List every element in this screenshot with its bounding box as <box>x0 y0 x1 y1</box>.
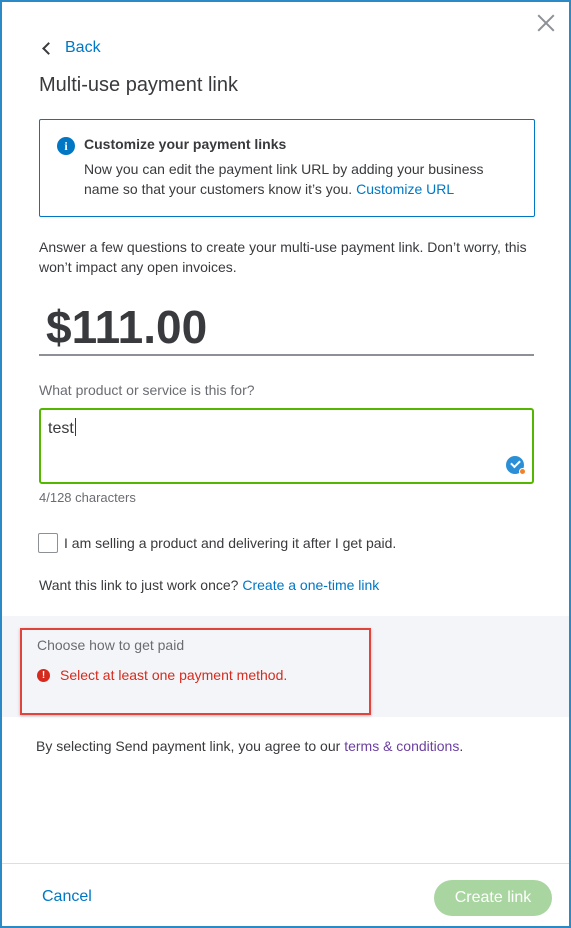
back-button[interactable]: Back <box>42 39 101 57</box>
payment-link-panel: Back Multi-use payment link i Customize … <box>0 0 571 928</box>
delivery-checkbox-row[interactable]: I am selling a product and delivering it… <box>38 533 396 553</box>
info-icon: i <box>57 137 75 155</box>
info-banner: i Customize your payment links Now you c… <box>39 119 535 217</box>
page-title: Multi-use payment link <box>39 74 238 96</box>
grammar-check-icon[interactable] <box>506 456 526 475</box>
create-one-time-link[interactable]: Create a one-time link <box>242 577 379 593</box>
product-description-value: test <box>48 420 74 437</box>
character-counter: 4/128 characters <box>39 490 136 505</box>
delivery-checkbox-label: I am selling a product and delivering it… <box>64 535 397 551</box>
close-icon[interactable] <box>533 10 559 36</box>
text-caret <box>74 418 76 436</box>
terms-suffix: . <box>459 738 464 754</box>
info-banner-title: Customize your payment links <box>84 136 287 152</box>
amount-input[interactable]: $111.00 <box>39 298 534 356</box>
terms-text: By selecting Send payment link, you agre… <box>36 738 341 754</box>
terms-link[interactable]: terms & conditions <box>344 738 459 754</box>
back-label: Back <box>65 39 101 56</box>
status-dot-icon <box>519 468 526 475</box>
terms-text-row: By selecting Send payment link, you agre… <box>36 738 463 754</box>
one-time-link-row: Want this link to just work once? Create… <box>39 577 379 593</box>
cancel-button[interactable]: Cancel <box>42 888 92 906</box>
chevron-left-icon <box>42 42 55 55</box>
info-banner-body: Now you can edit the payment link URL by… <box>84 159 518 199</box>
product-field-label: What product or service is this for? <box>39 382 255 398</box>
one-time-link-text: Want this link to just work once? <box>39 577 239 593</box>
delivery-checkbox[interactable] <box>38 533 58 553</box>
footer-bar: Cancel Create link <box>2 863 569 926</box>
customize-url-link[interactable]: Customize URL <box>356 181 454 197</box>
error-highlight-box <box>20 628 371 715</box>
intro-text: Answer a few questions to create your mu… <box>39 239 527 275</box>
product-description-field[interactable]: test <box>39 408 534 484</box>
create-link-button[interactable]: Create link <box>434 880 552 916</box>
